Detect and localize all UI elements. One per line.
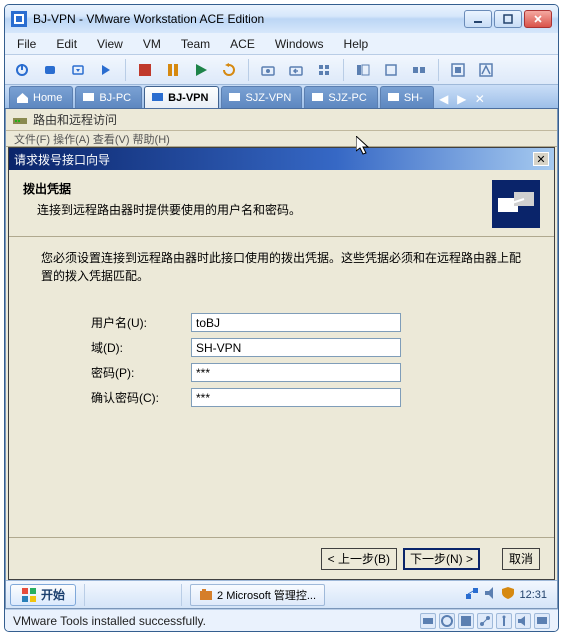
- input-domain[interactable]: [191, 338, 401, 357]
- power-off-button[interactable]: [9, 58, 35, 82]
- snapshot-revert-button[interactable]: [283, 58, 309, 82]
- tray-network-icon[interactable]: [465, 586, 479, 603]
- snapshot-manager-button[interactable]: [311, 58, 337, 82]
- wizard-cancel-button[interactable]: 取消: [502, 548, 540, 570]
- vm-icon: [387, 91, 400, 104]
- tab-bj-vpn[interactable]: BJ-VPN: [144, 86, 219, 108]
- menu-edit[interactable]: Edit: [46, 35, 87, 53]
- label-domain: 域(D):: [91, 339, 191, 356]
- tab-bj-pc[interactable]: BJ-PC: [75, 86, 142, 108]
- wizard-back-button[interactable]: < 上一步(B): [321, 548, 397, 570]
- fullscreen-button[interactable]: [445, 58, 471, 82]
- wizard-footer: < 上一步(B) 下一步(N) > 取消: [9, 537, 554, 579]
- wizard-dialog: 请求拨号接口向导 ✕ 拨出凭据 连接到远程路由器时提供要使用的用户名和密码。 您…: [8, 147, 555, 580]
- vm-icon: [151, 91, 164, 104]
- wizard-next-button[interactable]: 下一步(N) >: [403, 548, 480, 570]
- quick-switch-button[interactable]: [406, 58, 432, 82]
- wizard-header: 拨出凭据 连接到远程路由器时提供要使用的用户名和密码。: [9, 170, 554, 237]
- taskbar-task1-label: 2 Microsoft 管理控...: [217, 587, 316, 603]
- rras-window-title[interactable]: 路由和远程访问: [6, 109, 557, 131]
- menu-file[interactable]: File: [7, 35, 46, 53]
- guest-display: 路由和远程访问 文件(F) 操作(A) 查看(V) 帮助(H) 请求拨号接口向导…: [5, 109, 558, 609]
- vmware-window: BJ-VPN - VMware Workstation ACE Edition …: [4, 4, 559, 632]
- snapshot-button[interactable]: [255, 58, 281, 82]
- start-label: 开始: [41, 586, 65, 603]
- window-minimize-button[interactable]: [464, 10, 492, 28]
- sidebar-toggle-button[interactable]: [350, 58, 376, 82]
- vm-icon: [228, 91, 241, 104]
- input-confirm-password[interactable]: [191, 388, 401, 407]
- tab-sjz-pc[interactable]: SJZ-PC: [304, 86, 378, 108]
- wizard-header-sub: 连接到远程路由器时提供要使用的用户名和密码。: [23, 201, 492, 218]
- tab-label: SJZ-VPN: [245, 92, 291, 104]
- statusbar-text: VMware Tools installed successfully.: [13, 614, 206, 628]
- play-button[interactable]: [188, 58, 214, 82]
- menu-windows[interactable]: Windows: [265, 35, 334, 53]
- guest-tray: 12:31: [459, 586, 553, 603]
- label-username: 用户名(U):: [91, 314, 191, 331]
- menu-help[interactable]: Help: [334, 35, 379, 53]
- input-username[interactable]: [191, 313, 401, 332]
- tabs-scroll-right[interactable]: ▶: [454, 90, 470, 108]
- window-close-button[interactable]: [524, 10, 552, 28]
- wizard-header-icon: [492, 180, 540, 228]
- rras-menubar[interactable]: 文件(F) 操作(A) 查看(V) 帮助(H): [6, 131, 557, 147]
- tab-label: SJZ-PC: [328, 92, 367, 104]
- menu-team[interactable]: Team: [171, 35, 220, 53]
- rras-icon: [12, 112, 28, 128]
- mmc-icon: [199, 588, 213, 602]
- vmware-titlebar[interactable]: BJ-VPN - VMware Workstation ACE Edition: [5, 5, 558, 33]
- tab-label: BJ-PC: [99, 92, 131, 104]
- menu-ace[interactable]: ACE: [220, 35, 265, 53]
- wizard-header-title: 拨出凭据: [23, 182, 71, 196]
- wizard-body: 您必须设置连接到远程路由器时此接口使用的拨出凭据。这些凭据必须和在远程路由器上配…: [9, 237, 554, 537]
- guest-clock[interactable]: 12:31: [519, 589, 547, 601]
- stop-button[interactable]: [132, 58, 158, 82]
- vmware-tabbar: Home BJ-PC BJ-VPN SJZ-VPN SJZ-PC SH- ◀ ▶…: [5, 85, 558, 109]
- wizard-note: 您必须设置连接到远程路由器时此接口使用的拨出凭据。这些凭据必须和在远程路由器上配…: [41, 249, 522, 285]
- guest-taskbar: 开始 2 Microsoft 管理控... 12:31: [6, 580, 557, 608]
- tab-sh[interactable]: SH-: [380, 86, 434, 108]
- windows-flag-icon: [21, 587, 37, 603]
- home-icon: [16, 91, 29, 104]
- vmware-menubar: File Edit View VM Team ACE Windows Help: [5, 33, 558, 55]
- pause-button[interactable]: [160, 58, 186, 82]
- vmware-app-icon: [11, 11, 27, 27]
- start-button[interactable]: 开始: [10, 584, 76, 606]
- reset-button[interactable]: [216, 58, 242, 82]
- vmware-title: BJ-VPN - VMware Workstation ACE Edition: [33, 12, 464, 26]
- taskbar-task1[interactable]: 2 Microsoft 管理控...: [190, 584, 325, 606]
- appliance-view-button[interactable]: [378, 58, 404, 82]
- unity-button[interactable]: [473, 58, 499, 82]
- tab-label: SH-: [404, 92, 423, 104]
- tab-home-label: Home: [33, 92, 62, 104]
- menu-view[interactable]: View: [87, 35, 133, 53]
- tab-home[interactable]: Home: [9, 86, 73, 108]
- window-maximize-button[interactable]: [494, 10, 522, 28]
- menu-vm[interactable]: VM: [133, 35, 171, 53]
- vm-icon: [311, 91, 324, 104]
- tab-label: BJ-VPN: [168, 92, 208, 104]
- input-password[interactable]: [191, 363, 401, 382]
- tray-shield-icon[interactable]: [501, 586, 515, 603]
- label-confirm: 确认密码(C):: [91, 389, 191, 406]
- vm-icon: [82, 91, 95, 104]
- label-password: 密码(P):: [91, 364, 191, 381]
- tabs-close-button[interactable]: ✕: [472, 90, 488, 108]
- tray-sound-icon[interactable]: [483, 586, 497, 603]
- power-tray-button[interactable]: [37, 58, 63, 82]
- wizard-close-button[interactable]: ✕: [533, 152, 549, 166]
- wizard-titlebar[interactable]: 请求拨号接口向导 ✕: [9, 148, 554, 170]
- connect-device-button[interactable]: [93, 58, 119, 82]
- power-dropdown-button[interactable]: [65, 58, 91, 82]
- tab-sjz-vpn[interactable]: SJZ-VPN: [221, 86, 302, 108]
- vmware-statusbar: VMware Tools installed successfully.: [5, 609, 558, 631]
- tabs-scroll-left[interactable]: ◀: [436, 90, 452, 108]
- rras-title-text: 路由和远程访问: [33, 111, 117, 128]
- wizard-title: 请求拨号接口向导: [14, 151, 110, 168]
- vmware-toolbar: [5, 55, 558, 85]
